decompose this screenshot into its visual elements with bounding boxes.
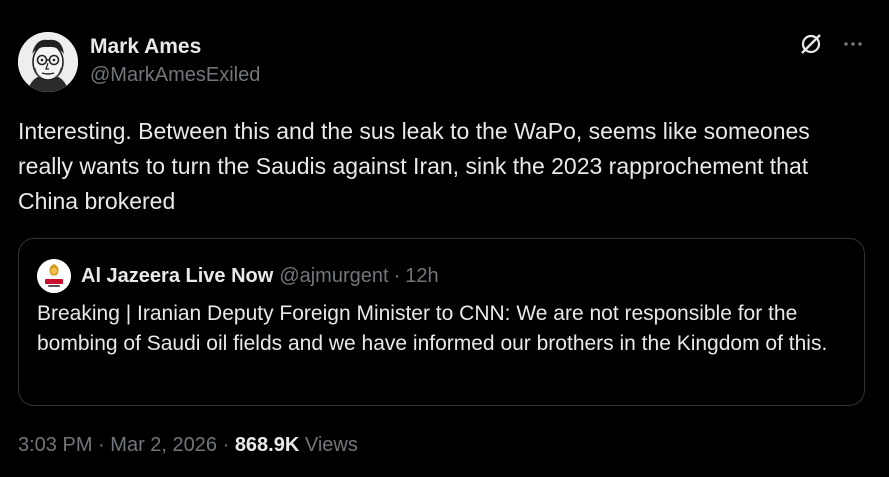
quoted-timestamp[interactable]: 12h: [405, 265, 438, 288]
cartoon-portrait-icon: [18, 32, 78, 92]
tweet-text: Interesting. Between this and the sus le…: [18, 118, 810, 214]
quoted-display-name[interactable]: Al Jazeera Live Now: [81, 265, 273, 288]
tweet-time[interactable]: 3:03 PM: [18, 434, 92, 456]
tweet-card: Mark Ames @MarkAmesExiled Interesting. B…: [0, 0, 889, 477]
views-label: Views: [304, 434, 358, 456]
quoted-tweet[interactable]: Al Jazeera Live Now @ajmurgent · 12h Bre…: [18, 238, 865, 406]
quoted-handle[interactable]: @ajmurgent: [279, 265, 388, 288]
author-display-name[interactable]: Mark Ames: [90, 34, 260, 60]
tweet-meta: 3:03 PM · Mar 2, 2026 · 868.9K Views: [18, 434, 358, 457]
views-count: 868.9K: [234, 434, 300, 456]
grok-icon[interactable]: [799, 32, 823, 56]
tweet-top-actions: [799, 32, 865, 56]
separator-dot: ·: [222, 434, 230, 456]
more-options-icon[interactable]: [841, 32, 865, 56]
tweet-date[interactable]: Mar 2, 2026: [110, 434, 217, 456]
separator-dot: ·: [393, 264, 401, 287]
author-block: Mark Ames @MarkAmesExiled: [90, 34, 260, 90]
avatar[interactable]: [18, 32, 78, 92]
author-handle[interactable]: @MarkAmesExiled: [90, 60, 260, 90]
separator-dot: ·: [98, 434, 105, 456]
quoted-tweet-header: Al Jazeera Live Now @ajmurgent · 12h: [37, 259, 439, 293]
quoted-tweet-text: Breaking | Iranian Deputy Foreign Minist…: [37, 302, 828, 355]
al-jazeera-logo-icon[interactable]: [37, 259, 71, 293]
